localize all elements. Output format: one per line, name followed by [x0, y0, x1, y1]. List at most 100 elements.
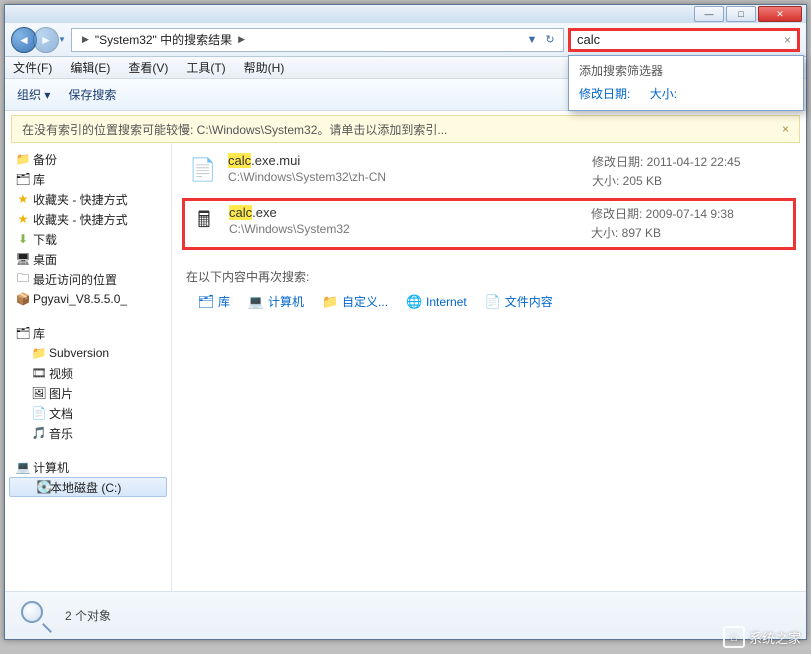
search-input[interactable]: calc × [568, 28, 800, 52]
sidebar-item-icon: 🖼 [31, 385, 47, 401]
breadcrumb-text[interactable]: "System32" 中的搜索结果 [95, 31, 232, 48]
search-filter-size-link[interactable]: 大小: [650, 87, 677, 101]
breadcrumb-separator-icon: ▶ [82, 34, 89, 45]
sidebar-item[interactable]: 📁备份 [5, 149, 171, 169]
sidebar-item-label: 本地磁盘 (C:) [50, 479, 121, 496]
watermark-text: 系统之家 [749, 628, 801, 647]
forward-button[interactable]: ► [33, 27, 59, 53]
breadcrumb-separator-icon: ▶ [238, 34, 245, 45]
info-bar[interactable]: 在没有索引的位置搜索可能较慢: C:\Windows\System32。请单击以… [11, 115, 800, 143]
menu-help[interactable]: 帮助(H) [244, 59, 285, 76]
computer-icon: 💻 [15, 459, 31, 475]
nav-buttons: ◄ ► ▼ [11, 26, 71, 54]
result-name: calc.exe [229, 205, 591, 220]
search-again-link-label: 自定义... [342, 293, 388, 310]
menu-file[interactable]: 文件(F) [13, 59, 52, 76]
search-again-link[interactable]: 🗂库 [198, 293, 230, 310]
info-bar-close-icon[interactable]: × [782, 122, 789, 136]
sidebar-item-drive[interactable]: 💽本地磁盘 (C:) [9, 477, 167, 497]
sidebar-item-label: 备份 [33, 151, 57, 168]
nav-row: ◄ ► ▼ ▶ "System32" 中的搜索结果 ▶ ▼ ↻ calc × [5, 23, 806, 57]
search-result[interactable]: 📄calc.exe.muiC:\Windows\System32\zh-CN修改… [182, 147, 796, 198]
search-again-link-label: 文件内容 [505, 293, 553, 310]
watermark-logo-icon: ⌂ [723, 626, 745, 648]
search-again-link-label: Internet [426, 295, 467, 309]
sidebar-item-icon: 🗀 [15, 271, 31, 287]
address-bar[interactable]: ▶ "System32" 中的搜索结果 ▶ ▼ ↻ [71, 28, 564, 52]
search-filter-date-link[interactable]: 修改日期: [579, 87, 630, 101]
search-filter-popup: 添加搜索筛选器 修改日期: 大小: [568, 55, 804, 111]
sidebar-item-label: 音乐 [49, 425, 73, 442]
search-result[interactable]: 🖩calc.exeC:\Windows\System32修改日期: 2009-0… [182, 198, 796, 250]
save-search-button[interactable]: 保存搜索 [68, 86, 116, 103]
search-again-link[interactable]: 📄文件内容 [485, 293, 553, 310]
drive-icon: 💽 [36, 479, 52, 495]
sidebar-item-label: 文档 [49, 405, 73, 422]
sidebar-item-icon: 🗂 [15, 171, 31, 187]
sidebar-item[interactable]: 🎵音乐 [5, 423, 171, 443]
results-list: 📄calc.exe.muiC:\Windows\System32\zh-CN修改… [172, 143, 806, 254]
sidebar-item-icon: 🎵 [31, 425, 47, 441]
menu-tools[interactable]: 工具(T) [186, 59, 225, 76]
search-again-link[interactable]: 💻计算机 [248, 293, 304, 310]
sidebar-item-icon: ★ [15, 211, 31, 227]
sidebar-item-icon: 📄 [31, 405, 47, 421]
menu-edit[interactable]: 编辑(E) [70, 59, 110, 76]
search-input-value: calc [577, 32, 600, 47]
file-icon: 📄 [186, 153, 220, 187]
sidebar-item[interactable]: ⬇下载 [5, 229, 171, 249]
sidebar-section-computer[interactable]: 💻计算机 [5, 457, 171, 477]
sidebar-item-label: 收藏夹 - 快捷方式 [33, 191, 128, 208]
sidebar-item-label: 最近访问的位置 [33, 271, 117, 288]
sidebar-item-label: 下载 [33, 231, 57, 248]
search-again-link-icon: 🌐 [406, 294, 422, 310]
menu-view[interactable]: 查看(V) [128, 59, 168, 76]
main-pane: 📄calc.exe.muiC:\Windows\System32\zh-CN修改… [172, 143, 806, 591]
refresh-icon[interactable]: ↻ [541, 31, 559, 49]
result-name: calc.exe.mui [228, 153, 592, 168]
sidebar-item-label: 计算机 [33, 459, 69, 476]
sidebar-item[interactable]: ★收藏夹 - 快捷方式 [5, 189, 171, 209]
body: 📁备份🗂库★收藏夹 - 快捷方式★收藏夹 - 快捷方式⬇下载🖥桌面🗀最近访问的位… [5, 143, 806, 591]
file-icon: 🖩 [187, 205, 221, 239]
search-filter-header: 添加搜索筛选器 [579, 62, 793, 79]
search-again-link[interactable]: 🌐 Internet [406, 294, 467, 310]
sidebar-item-icon: 🖥 [15, 251, 31, 267]
result-path: C:\Windows\System32 [229, 222, 591, 236]
sidebar-item[interactable]: 📁Subversion [5, 343, 171, 363]
sidebar-item-label: 收藏夹 - 快捷方式 [33, 211, 128, 228]
sidebar-item-icon: ★ [15, 191, 31, 207]
sidebar-item-icon: 📦 [15, 291, 31, 307]
sidebar-item-icon: 📁 [31, 345, 47, 361]
search-again-link[interactable]: 📁自定义... [322, 293, 388, 310]
maximize-button[interactable]: □ [726, 6, 756, 22]
sidebar-item[interactable]: 🖼图片 [5, 383, 171, 403]
sidebar-item-label: 桌面 [33, 251, 57, 268]
explorer-window: — □ ✕ ◄ ► ▼ ▶ "System32" 中的搜索结果 ▶ ▼ ↻ ca… [4, 4, 807, 640]
search-again-link-label: 计算机 [268, 293, 304, 310]
sidebar-item-label: 图片 [49, 385, 73, 402]
sidebar-item[interactable]: 🗂库 [5, 169, 171, 189]
sidebar-item-icon: 🎞 [31, 365, 47, 381]
search-again-link-icon: 📄 [485, 294, 501, 310]
search-clear-icon[interactable]: × [784, 33, 791, 47]
titlebar: — □ ✕ [5, 5, 806, 23]
organize-button[interactable]: 组织 ▾ [17, 86, 50, 103]
sidebar-item-label: Pgyavi_V8.5.5.0_ [33, 292, 127, 306]
status-bar: 2 个对象 [5, 591, 806, 639]
sidebar-item[interactable]: 🖥桌面 [5, 249, 171, 269]
search-again-link-icon: 💻 [248, 294, 264, 310]
close-button[interactable]: ✕ [758, 6, 802, 22]
search-again-section: 在以下内容中再次搜索: 🗂库💻计算机📁自定义...🌐Internet📄文件内容 [172, 254, 806, 318]
result-meta: 修改日期: 2011-04-12 22:45大小: 205 KB [592, 153, 792, 191]
sidebar-item[interactable]: 🗀最近访问的位置 [5, 269, 171, 289]
sidebar-item[interactable]: ★收藏夹 - 快捷方式 [5, 209, 171, 229]
sidebar-item[interactable]: 📄文档 [5, 403, 171, 423]
minimize-button[interactable]: — [694, 6, 724, 22]
address-dropdown-icon[interactable]: ▼ [523, 31, 541, 49]
sidebar-item[interactable]: 📦Pgyavi_V8.5.5.0_ [5, 289, 171, 309]
sidebar-item[interactable]: 🎞视频 [5, 363, 171, 383]
magnifier-icon [19, 599, 53, 633]
info-bar-text: 在没有索引的位置搜索可能较慢: C:\Windows\System32。请单击以… [22, 121, 447, 138]
sidebar-section-libraries[interactable]: 🗂库 [5, 323, 171, 343]
